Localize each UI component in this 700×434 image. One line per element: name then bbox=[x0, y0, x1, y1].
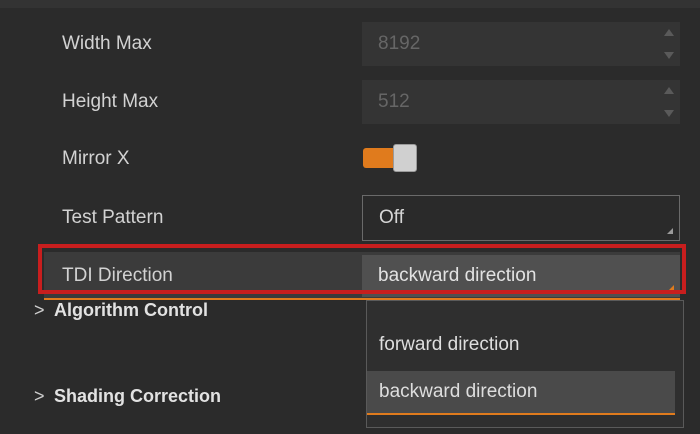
width-max-input: 8192 bbox=[362, 22, 680, 66]
test-pattern-label: Test Pattern bbox=[62, 207, 164, 228]
dropdown-corner-icon bbox=[667, 228, 673, 234]
mirror-x-toggle[interactable] bbox=[363, 144, 419, 172]
dropdown-corner-icon bbox=[668, 285, 674, 291]
test-pattern-select[interactable]: Off bbox=[362, 195, 680, 241]
option-forward-direction[interactable]: forward direction bbox=[367, 325, 675, 365]
width-max-value: 8192 bbox=[378, 33, 421, 54]
toggle-knob[interactable] bbox=[393, 144, 417, 172]
height-max-input: 512 bbox=[362, 80, 680, 124]
test-pattern-value: Off bbox=[379, 207, 404, 228]
tdi-direction-dropdown: forward direction backward direction bbox=[366, 300, 684, 428]
section-algorithm-control[interactable]: > Algorithm Control bbox=[34, 300, 208, 321]
spin-down-icon bbox=[664, 52, 674, 59]
width-max-spinner bbox=[664, 29, 674, 59]
top-strip bbox=[0, 0, 700, 8]
section-label: Algorithm Control bbox=[54, 300, 208, 320]
height-max-spinner bbox=[664, 87, 674, 117]
option-backward-direction[interactable]: backward direction bbox=[367, 371, 675, 415]
tdi-direction-select[interactable]: backward direction bbox=[362, 255, 680, 297]
width-max-label: Width Max bbox=[62, 33, 152, 54]
section-label: Shading Correction bbox=[54, 386, 222, 406]
spin-up-icon bbox=[664, 87, 674, 94]
chevron-right-icon: > bbox=[34, 386, 45, 406]
mirror-x-label: Mirror X bbox=[62, 148, 130, 169]
tdi-direction-value: backward direction bbox=[378, 265, 537, 286]
spin-up-icon bbox=[664, 29, 674, 36]
spin-down-icon bbox=[664, 110, 674, 117]
height-max-value: 512 bbox=[378, 91, 410, 112]
height-max-label: Height Max bbox=[62, 91, 159, 112]
chevron-right-icon: > bbox=[34, 300, 45, 320]
section-shading-correction[interactable]: > Shading Correction bbox=[34, 386, 221, 407]
tdi-direction-label: TDI Direction bbox=[62, 265, 173, 286]
